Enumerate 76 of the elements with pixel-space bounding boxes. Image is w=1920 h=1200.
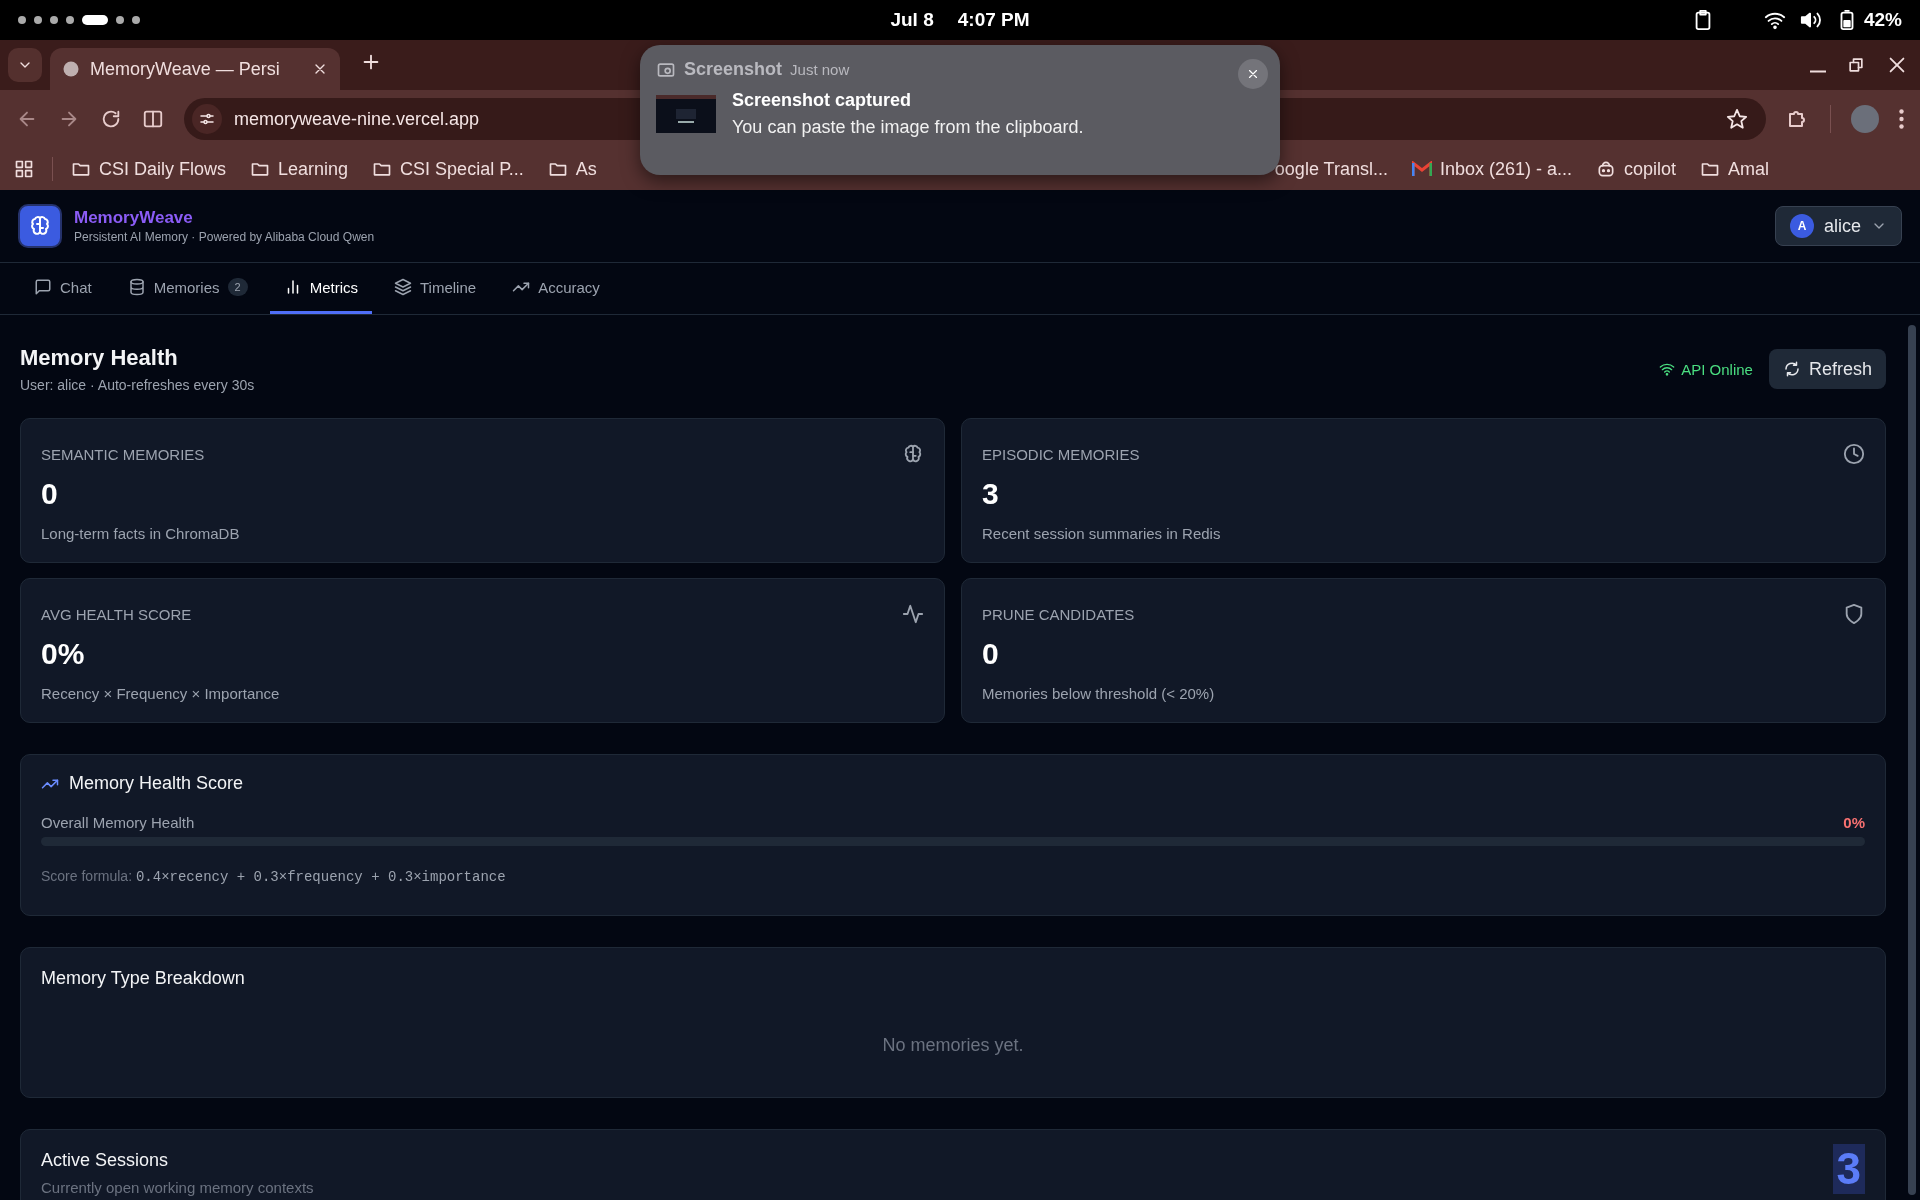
- tab-search-button[interactable]: [8, 48, 42, 82]
- stat-description: Recency × Frequency × Importance: [41, 685, 281, 702]
- stat-value: 0: [982, 637, 1000, 671]
- split-view-icon: [142, 108, 164, 130]
- stat-value: 3: [982, 477, 1000, 511]
- chat-bubble-icon: [34, 278, 52, 296]
- shield-icon: [1843, 603, 1865, 625]
- restore-icon: [1846, 55, 1866, 75]
- nav-tab[interactable]: Chat: [20, 263, 106, 314]
- stat-description: Memories below threshold (< 20%): [982, 685, 1216, 702]
- app-subtitle: Persistent AI Memory · Powered by Alibaba Cloud Qwen: [74, 230, 375, 244]
- minimize-icon: [1810, 69, 1826, 73]
- bookmark[interactable]: CSI Special P...: [372, 158, 524, 180]
- notification-title: Screenshot captured: [732, 90, 913, 111]
- layers-icon: [394, 278, 412, 296]
- api-status: API Online: [1681, 360, 1753, 378]
- date: Jul 8: [890, 9, 934, 31]
- bookmark[interactable]: Amal: [1700, 158, 1770, 180]
- app-name: MemoryWeave: [74, 208, 194, 228]
- stat-label: EPISODIC MEMORIES: [982, 445, 1140, 463]
- bookmark[interactable]: As: [547, 158, 597, 180]
- stat-label: SEMANTIC MEMORIES: [41, 445, 205, 463]
- pulse-icon: [902, 603, 924, 625]
- brain-icon: [902, 443, 924, 465]
- bookmark[interactable]: CSI Daily Flows: [71, 158, 227, 180]
- page-dots-icon: [18, 15, 140, 25]
- brain-icon: [28, 214, 52, 238]
- clock-time: 4:07 PM: [957, 9, 1030, 31]
- stat-description: Recent session summaries in Redis: [982, 525, 1222, 542]
- mail-icon: [1411, 161, 1432, 177]
- stat-value: 0: [41, 477, 59, 511]
- notification-app: Screenshot: [684, 59, 783, 80]
- card-subtitle: Currently open working memory contexts: [41, 1179, 314, 1196]
- close-icon: [1246, 67, 1260, 81]
- bookmark[interactable]: Learning: [250, 158, 349, 180]
- battery-level: 42%: [1863, 9, 1902, 31]
- close-button[interactable]: [1238, 59, 1268, 89]
- formula-text: Score formula: 0.4×recency + 0.3×frequency + 0.3×importance: [41, 868, 507, 885]
- stat-label: AVG HEALTH SCORE: [41, 605, 192, 623]
- card-title: Memory Health Score: [69, 773, 244, 794]
- count-badge: 2: [227, 278, 248, 296]
- wifi-icon: [1659, 361, 1676, 377]
- user-menu-button[interactable]: A alice: [1774, 206, 1902, 246]
- url-text: memoryweave-nine.vercel.app: [234, 108, 480, 130]
- reload-icon: [100, 108, 122, 130]
- meter-reading: 0%: [1843, 814, 1865, 831]
- nav-tab[interactable]: Accuracy: [498, 263, 614, 314]
- bookmark[interactable]: Inbox (261) - a...: [1411, 158, 1572, 180]
- apps-grid-icon: [14, 159, 34, 179]
- clock-icon: [1843, 443, 1865, 465]
- page-title: Memory Health: [20, 345, 179, 371]
- browser-tab[interactable]: MemoryWeave — Persi: [50, 48, 340, 90]
- scrollbar[interactable]: [1908, 325, 1916, 1195]
- page-subtitle: User: alice · Auto-refreshes every 30s: [20, 377, 255, 393]
- session-count: 3: [1832, 1144, 1865, 1194]
- database-icon: [127, 278, 146, 296]
- meter-label: Overall Memory Health: [41, 814, 195, 831]
- stat-value: 0%: [41, 637, 86, 671]
- more-menu-icon: [1899, 109, 1904, 129]
- card-title: Active Sessions: [41, 1150, 170, 1171]
- stat-label: PRUNE CANDIDATES: [982, 605, 1135, 623]
- notification-time: Just now: [790, 61, 850, 78]
- bookmark[interactable]: oogle Transl...: [1274, 158, 1388, 180]
- star-icon: [1726, 108, 1748, 130]
- notification-body: You can paste the image from the clipboard.: [732, 117, 1084, 138]
- card-title: Memory Type Breakdown: [41, 968, 246, 989]
- robot-icon: [1596, 159, 1616, 179]
- refresh-icon: [1782, 360, 1801, 378]
- empty-message: No memories yet.: [882, 1035, 1024, 1056]
- nav-tab[interactable]: Metrics: [269, 263, 372, 314]
- nav-tab[interactable]: Memories 2: [113, 263, 262, 314]
- refresh-button[interactable]: Refresh: [1768, 349, 1886, 389]
- bookmark[interactable]: copilot: [1596, 158, 1676, 180]
- profile-avatar[interactable]: [1851, 105, 1879, 133]
- nav-tab[interactable]: Timeline: [380, 263, 491, 314]
- stat-description: Long-term facts in ChromaDB: [41, 525, 241, 542]
